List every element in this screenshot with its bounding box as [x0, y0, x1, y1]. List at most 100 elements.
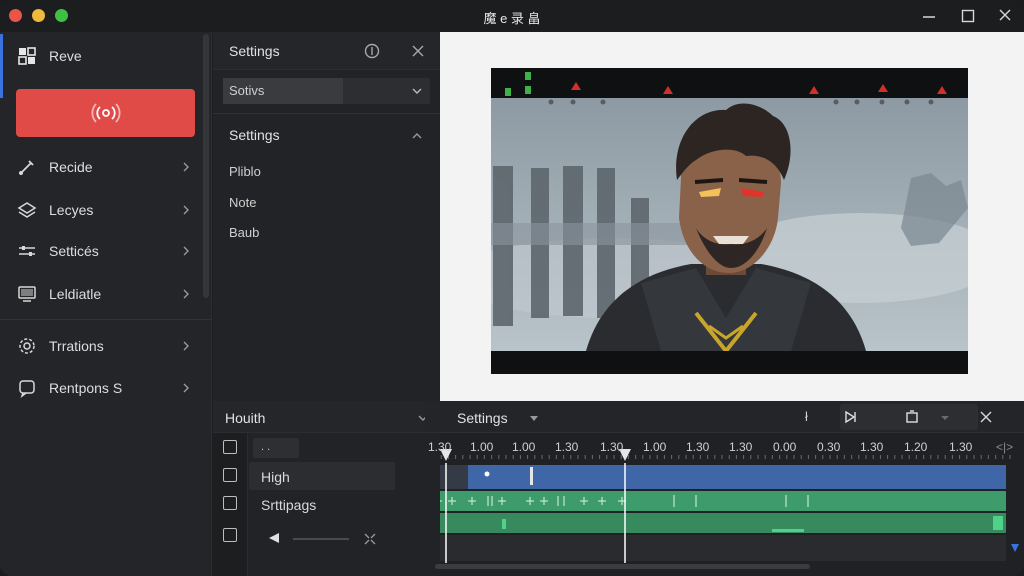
snapshot-icon[interactable] — [904, 409, 920, 425]
sidebar-item-label: Trrations — [49, 338, 104, 354]
video-frame[interactable] — [491, 68, 968, 374]
title-bar: 魔 e 录 畠 — [0, 0, 1024, 32]
close-icon — [999, 9, 1011, 21]
tick-label: 1.00 — [470, 440, 494, 454]
chevron-right-icon — [180, 340, 192, 352]
checkbox[interactable] — [223, 496, 237, 510]
list-item-label: High — [261, 469, 290, 485]
maximize-window-button[interactable] — [955, 4, 981, 28]
tick-label: 0.30 — [817, 440, 841, 454]
tick-label: 1.30 — [600, 440, 624, 454]
volume-slider[interactable] — [293, 538, 349, 540]
list-item[interactable]: High — [249, 462, 395, 490]
sidebar-item-setticés[interactable]: Setticés — [0, 231, 205, 271]
settings-option[interactable]: Baub — [229, 225, 259, 240]
sidebar-item-trrations[interactable]: Trrations — [0, 326, 205, 366]
tick-label: 1.30 — [428, 440, 452, 454]
list-item-label: Srttipags — [261, 497, 317, 513]
layers-icon — [17, 200, 37, 220]
chat-icon — [17, 378, 37, 398]
timeline-tracks[interactable] — [440, 463, 1024, 576]
tick-label: 1.30 — [729, 440, 753, 454]
volume-icon[interactable] — [267, 531, 281, 545]
minimize-window-button[interactable] — [916, 4, 942, 28]
settings-select-value: Sotivs — [223, 78, 343, 104]
tick-label: 1.00 — [512, 440, 536, 454]
gear-icon — [17, 336, 37, 356]
video-track — [440, 465, 1006, 489]
chevron-right-icon — [180, 204, 192, 216]
sliders-icon — [17, 241, 37, 261]
timeline-title: Settings — [457, 410, 508, 426]
chevron-up-icon[interactable] — [411, 130, 423, 142]
close-icon[interactable] — [409, 42, 427, 60]
section-divider — [213, 113, 440, 114]
chevron-right-icon — [180, 245, 192, 257]
sidebar-item-rentpons[interactable]: Rentpons S — [0, 368, 205, 408]
monitor-icon — [17, 284, 37, 304]
bottom-left-panel: Houith . . High Srttipags — [213, 401, 440, 576]
sidebar-item-recide[interactable]: Recide — [0, 147, 205, 187]
tick-label: 1.00 — [643, 440, 667, 454]
broadcast-icon — [91, 103, 120, 123]
cursor-glyph: ł — [805, 409, 808, 424]
record-button[interactable] — [16, 89, 195, 137]
list-item[interactable]: Srttipags — [249, 490, 395, 518]
play-icon[interactable] — [842, 409, 858, 425]
maximize-icon — [961, 9, 975, 23]
section-title[interactable]: Settings — [229, 127, 280, 143]
settings-select[interactable]: Sotivs — [223, 78, 430, 104]
settings-option[interactable]: Pliblo — [229, 164, 261, 179]
sidebar-item-lecyes[interactable]: Lecyes — [0, 190, 205, 230]
checkbox[interactable] — [223, 528, 237, 542]
brush-icon — [17, 157, 37, 177]
bottom-left-header: Houith — [213, 401, 440, 433]
tick-label: 1.30 — [686, 440, 710, 454]
chevron-down-icon — [412, 86, 422, 96]
chevron-right-icon — [180, 382, 192, 394]
tick-label: 1.30 — [555, 440, 579, 454]
close-icon[interactable] — [978, 409, 994, 425]
close-window-button[interactable] — [992, 4, 1018, 28]
sidebar-item-reve[interactable]: Reve — [0, 36, 205, 76]
sidebar: Reve Recide Lecyes Setticés Leldiatle Tr… — [0, 32, 212, 576]
sidebar-item-label: Setticés — [49, 243, 99, 259]
sidebar-item-label: Leldiatle — [49, 286, 102, 302]
tick-label: 1.30 — [949, 440, 973, 454]
character-preview-image — [491, 68, 968, 374]
checkbox[interactable] — [223, 440, 237, 454]
timeline-horizontal-scrollbar[interactable] — [435, 564, 810, 569]
sidebar-item-label: Rentpons S — [49, 380, 123, 396]
checkbox[interactable] — [223, 468, 237, 482]
timeline-header: Settings ł — [425, 401, 1024, 433]
tick-label: 0.00 — [773, 440, 797, 454]
tick-label: 1.30 — [860, 440, 884, 454]
mini-input[interactable]: . . — [253, 438, 299, 458]
bottom-left-title: Houith — [225, 410, 266, 426]
settings-panel: Settings Sotivs Settings Pliblo Note Bau… — [213, 32, 440, 401]
sidebar-item-leldiatle[interactable]: Leldiatle — [0, 274, 205, 314]
app-window: 魔 e 录 畠 Reve Recide Lecyes Setticés Leld… — [0, 0, 1024, 576]
grid-icon — [17, 46, 37, 66]
chevron-right-icon — [180, 288, 192, 300]
minimize-icon — [923, 16, 935, 18]
checkbox-column — [213, 433, 248, 576]
tick-label: 1.20 — [904, 440, 928, 454]
audio-track-2 — [440, 513, 1006, 533]
sidebar-item-label: Recide — [49, 159, 93, 175]
expand-icon[interactable] — [363, 532, 377, 546]
sidebar-item-label: Reve — [49, 48, 82, 64]
sidebar-divider — [0, 319, 212, 320]
timeline-panel: Settings ł 1.30 1.00 1.00 1.30 1.30 1.00… — [425, 401, 1024, 576]
settings-header: Settings — [213, 32, 440, 70]
chevron-right-icon — [180, 161, 192, 173]
sidebar-item-label: Lecyes — [49, 202, 94, 218]
info-icon[interactable] — [363, 42, 381, 60]
settings-option[interactable]: Note — [229, 195, 256, 210]
window-title: 魔 e 录 畠 — [483, 11, 541, 26]
scroll-arrows[interactable]: <|> — [996, 440, 1013, 454]
preview-area — [440, 32, 1024, 401]
audio-track — [440, 491, 1006, 511]
dropdown-arrow-icon[interactable] — [529, 413, 539, 423]
more-icon[interactable] — [937, 409, 953, 425]
